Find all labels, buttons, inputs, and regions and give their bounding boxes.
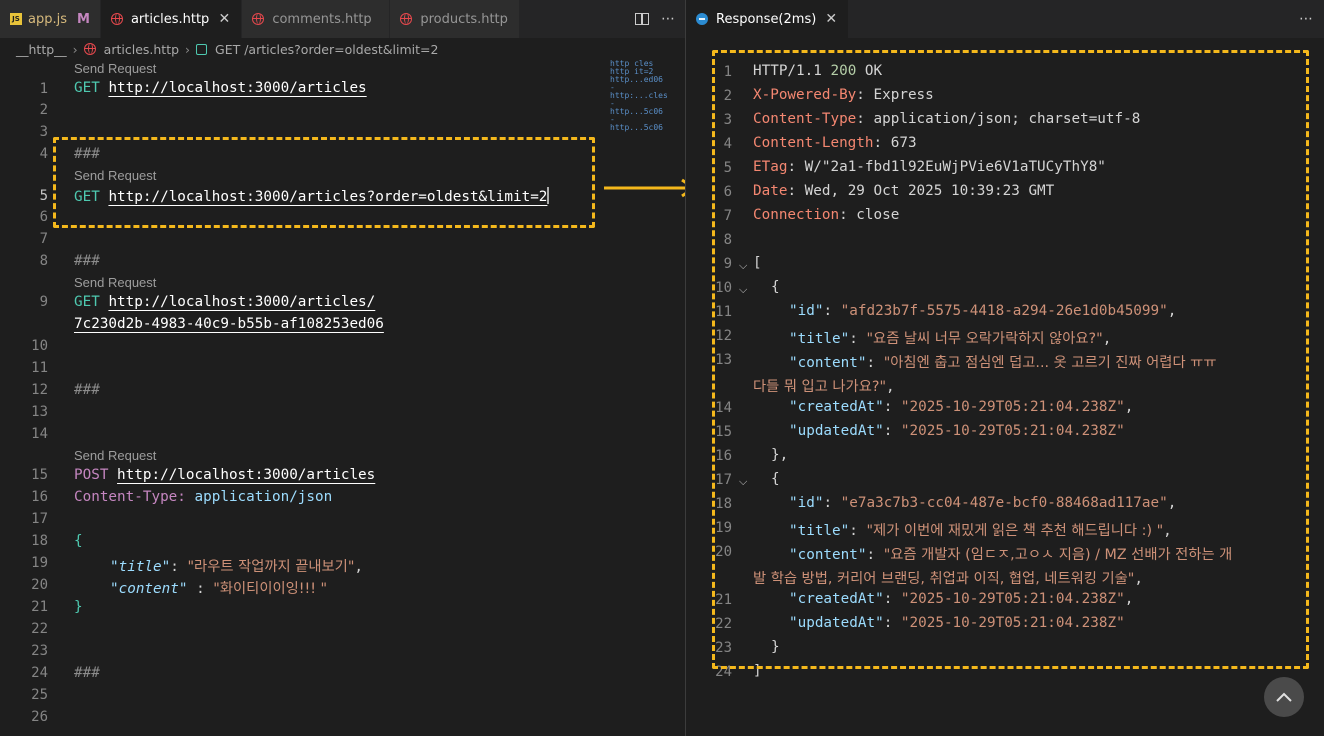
breadcrumb: __http__ › articles.http › GET /articles… — [0, 38, 685, 60]
line-number: 9 — [39, 294, 48, 310]
request-separator: ### — [74, 253, 100, 269]
json-open-brace: { — [74, 533, 83, 549]
send-request-link[interactable]: Send Request — [74, 61, 156, 76]
json-close-brace: } — [74, 599, 83, 615]
more-actions-icon[interactable]: ⋯ — [661, 11, 675, 27]
line-number: 11 — [31, 360, 48, 376]
line-number: 6 — [39, 209, 48, 225]
json-key: "title" — [110, 559, 171, 575]
modified-badge: M — [77, 11, 90, 27]
line-number: 16 — [31, 489, 48, 505]
http-method: GET — [74, 80, 100, 96]
line-number: 12 — [31, 382, 48, 398]
line-number: 4 — [39, 146, 48, 162]
http-file-icon — [110, 13, 123, 25]
tab-response[interactable]: Response(2ms) ✕ — [686, 0, 850, 38]
send-request-link[interactable]: Send Request — [74, 448, 156, 463]
line-number: 18 — [31, 533, 48, 549]
tab-label: Response(2ms) — [716, 11, 817, 27]
response-highlight — [712, 50, 1309, 669]
line-number: 21 — [31, 599, 48, 615]
request-line-wrap: 7c230d2b-4983-40c9-b55b-af108253ed06 — [74, 316, 384, 332]
line-number: 1 — [39, 81, 48, 97]
json-key: "content" — [110, 581, 188, 597]
chevron-right-icon: › — [185, 41, 191, 57]
close-icon[interactable]: ✕ — [824, 11, 838, 27]
line-number: 10 — [31, 338, 48, 354]
http-file-icon — [83, 43, 96, 55]
http-file-icon — [400, 13, 413, 25]
more-actions-icon[interactable]: ⋯ — [1299, 0, 1313, 38]
json-property: "content" : "화이티이이잉!!! " — [110, 581, 328, 597]
editor-tab-bar: JS app.js M articles.http ✕ comments.htt… — [0, 0, 685, 38]
tab-comments-http[interactable]: comments.http — [242, 0, 391, 38]
send-request-link[interactable]: Send Request — [74, 275, 156, 290]
line-number: 25 — [31, 687, 48, 703]
line-number: 17 — [31, 511, 48, 527]
json-value: "라우트 작업까지 끝내보기" — [187, 559, 355, 575]
editor-pane: JS app.js M articles.http ✕ comments.htt… — [0, 0, 697, 736]
line-number: 19 — [31, 555, 48, 571]
close-icon[interactable]: ✕ — [217, 11, 231, 27]
line-number: 20 — [31, 577, 48, 593]
line-number: 3 — [39, 124, 48, 140]
request-url[interactable]: http://localhost:3000/articles/ — [108, 294, 375, 310]
split-editor-icon[interactable] — [635, 13, 649, 25]
javascript-file-icon: JS — [10, 13, 22, 25]
json-value: "화이티이이잉!!! " — [213, 581, 328, 597]
tab-label: app.js — [28, 11, 67, 27]
request-url-continued[interactable]: 7c230d2b-4983-40c9-b55b-af108253ed06 — [74, 316, 384, 332]
request-url[interactable]: http://localhost:3000/articles — [108, 80, 366, 96]
chevron-up-icon — [1276, 692, 1292, 702]
request-url[interactable]: http://localhost:3000/articles — [117, 467, 375, 483]
request-separator: ### — [74, 382, 100, 398]
line-number: 23 — [31, 643, 48, 659]
response-tab-bar: Response(2ms) ✕ ⋯ — [686, 0, 1324, 38]
line-number: 8 — [39, 253, 48, 269]
response-pane: Response(2ms) ✕ ⋯ 1 2 3 4 5 6 7 8 9 10 1… — [685, 0, 1324, 736]
http-file-icon — [252, 13, 265, 25]
line-number: 26 — [31, 709, 48, 725]
tab-products-http[interactable]: products.http — [390, 0, 521, 38]
http-method: GET — [74, 294, 100, 310]
line-number: 5 — [39, 188, 48, 204]
line-number: 2 — [39, 102, 48, 118]
request-separator: ### — [74, 665, 100, 681]
breadcrumb-folder[interactable]: __http__ — [16, 42, 67, 57]
request-line: POST http://localhost:3000/articles — [74, 467, 375, 483]
tab-label: products.http — [420, 11, 508, 27]
line-number: 24 — [31, 665, 48, 681]
line-number: 22 — [31, 621, 48, 637]
tab-label: comments.http — [272, 11, 372, 27]
http-method: POST — [74, 467, 109, 483]
response-icon — [696, 13, 708, 25]
chevron-right-icon: › — [72, 41, 78, 57]
json-property: "title": "라우트 작업까지 끝내보기", — [110, 559, 364, 575]
tab-articles-http[interactable]: articles.http ✕ — [100, 0, 243, 38]
request-line: GET http://localhost:3000/articles — [74, 80, 367, 96]
editor-actions: ⋯ — [635, 0, 675, 38]
breadcrumb-symbol[interactable]: GET /articles?order=oldest&limit=2 — [215, 42, 438, 57]
request-header: Content-Type: application/json — [74, 489, 332, 505]
request-line: GET http://localhost:3000/articles/ — [74, 294, 375, 310]
line-number: 14 — [31, 426, 48, 442]
breadcrumb-file[interactable]: articles.http — [104, 42, 179, 57]
tab-app-js[interactable]: JS app.js M — [0, 0, 101, 38]
line-number: 13 — [31, 404, 48, 420]
header-value: application/json — [194, 489, 333, 505]
line-number: 7 — [39, 231, 48, 247]
selected-request-highlight — [53, 137, 595, 228]
tab-label: articles.http — [130, 11, 210, 27]
scroll-to-top-button[interactable] — [1264, 677, 1304, 717]
symbol-icon — [196, 43, 208, 55]
line-number: 15 — [31, 467, 48, 483]
header-name: Content-Type: — [74, 489, 186, 505]
